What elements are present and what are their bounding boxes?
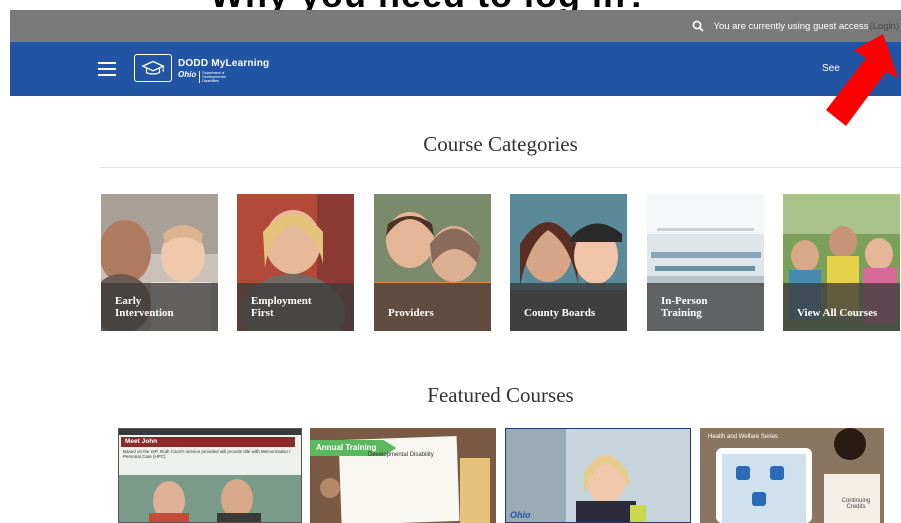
- category-early-intervention[interactable]: Early Intervention: [101, 194, 218, 331]
- featured-course-card-1[interactable]: Meet John Based on the ISP, Ruth Carol's…: [118, 428, 302, 523]
- red-arrow-icon: [826, 34, 898, 126]
- card-ohio-logo: Ohio: [510, 510, 531, 520]
- card-heading: Health and Welfare Series: [708, 434, 778, 440]
- logo-ohio: Ohio: [178, 70, 197, 79]
- category-label: Providers: [388, 307, 434, 319]
- logo-department: Department of Developmental Disabilities: [199, 71, 241, 83]
- cropped-banner-heading: Why you need to log in?: [0, 0, 901, 10]
- category-label: In-Person Training: [661, 295, 708, 319]
- logo-title: DODD MyLearning: [178, 58, 270, 69]
- hamburger-icon[interactable]: [98, 62, 116, 76]
- featured-course-card-2[interactable]: Annual Training Developmental Disability: [310, 428, 496, 523]
- category-in-person-training[interactable]: In-Person Training: [647, 194, 764, 331]
- card-note: Developmental Disability: [368, 452, 434, 458]
- category-county-boards[interactable]: County Boards: [510, 194, 627, 331]
- category-employment-first[interactable]: Employment First: [237, 194, 354, 331]
- featured-course-card-3[interactable]: Ohio: [505, 428, 691, 523]
- featured-course-card-4[interactable]: Health and Welfare Series Continuing Cre…: [700, 428, 884, 523]
- card-title: Meet John: [121, 437, 295, 447]
- section-divider: [100, 167, 901, 168]
- category-view-all-courses[interactable]: View All Courses: [783, 194, 900, 331]
- category-label: View All Courses: [797, 307, 878, 319]
- card-blurb: Based on the ISP, Ruth Carol's service p…: [123, 449, 291, 459]
- card-note: Continuing Credits: [841, 498, 871, 510]
- guest-access-bar: You are currently using guest access (Lo…: [10, 10, 901, 42]
- featured-courses-heading: Featured Courses: [427, 383, 574, 407]
- graduation-cap-laptop-icon[interactable]: [134, 54, 172, 82]
- site-logo[interactable]: DODD MyLearning Ohio Department of Devel…: [178, 58, 269, 83]
- course-categories-heading: Course Categories: [423, 132, 578, 156]
- category-label: Employment First: [251, 295, 312, 319]
- search-icon[interactable]: [692, 20, 704, 32]
- category-label: Early Intervention: [115, 295, 174, 319]
- category-label: County Boards: [524, 307, 596, 319]
- banner-heading-text: Why you need to log in?: [210, 0, 649, 10]
- main-navbar: DODD MyLearning Ohio Department of Devel…: [10, 42, 901, 96]
- category-providers[interactable]: Providers: [374, 194, 491, 331]
